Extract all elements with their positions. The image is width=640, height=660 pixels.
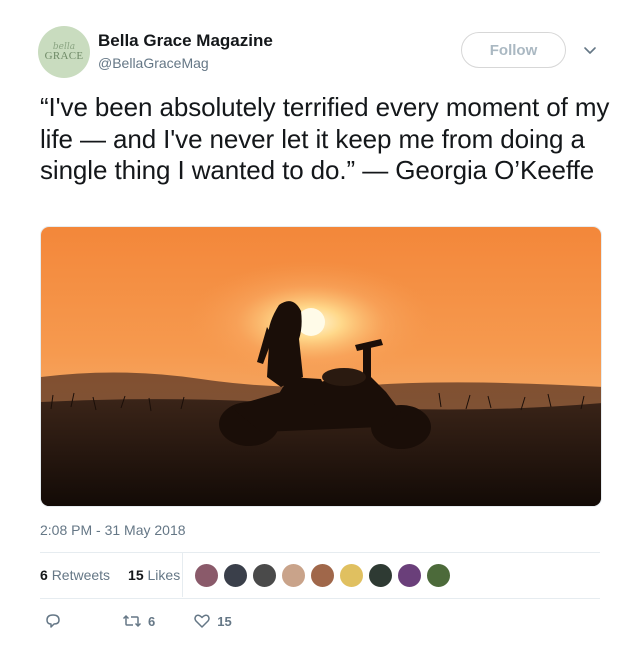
liker-avatar[interactable] — [397, 563, 422, 588]
stats-separator — [182, 553, 183, 597]
retweet-button[interactable]: 6 — [122, 612, 155, 630]
retweets-count: 6 — [40, 567, 48, 583]
reply-button[interactable] — [44, 612, 62, 630]
retweet-icon — [122, 614, 142, 628]
liker-avatar[interactable] — [194, 563, 219, 588]
tweet-photo[interactable] — [40, 226, 602, 507]
like-count: 15 — [217, 613, 232, 629]
avatar[interactable]: bella GRACE — [38, 26, 90, 78]
liker-avatars — [194, 563, 451, 588]
chevron-down-icon[interactable] — [582, 42, 598, 58]
tweet-text: “I've been absolutely terrified every mo… — [40, 92, 610, 185]
account-name[interactable]: Bella Grace Magazine — [98, 31, 273, 51]
avatar-logo-text: GRACE — [44, 49, 84, 62]
heart-icon — [194, 614, 210, 628]
tweet-timestamp[interactable]: 2:08 PM - 31 May 2018 — [40, 522, 186, 538]
liker-avatar[interactable] — [223, 563, 248, 588]
liker-avatar[interactable] — [426, 563, 451, 588]
like-button[interactable]: 15 — [193, 612, 232, 630]
liker-avatar[interactable] — [310, 563, 335, 588]
liker-avatar[interactable] — [339, 563, 364, 588]
retweets-stat[interactable]: 6 Retweets — [40, 567, 110, 583]
liker-avatar[interactable] — [252, 563, 277, 588]
divider — [40, 552, 600, 553]
liker-avatar[interactable] — [281, 563, 306, 588]
divider — [40, 598, 600, 599]
retweet-count: 6 — [148, 613, 156, 629]
liker-avatar[interactable] — [368, 563, 393, 588]
likes-label: Likes — [147, 567, 181, 583]
tweet-actions: 6 15 — [40, 612, 232, 630]
likes-count: 15 — [128, 567, 144, 583]
follow-button[interactable]: Follow — [461, 32, 566, 68]
sunset-motorcycle-photo — [41, 227, 601, 506]
account-handle[interactable]: @BellaGraceMag — [98, 55, 209, 71]
reply-icon — [46, 614, 60, 628]
retweets-label: Retweets — [51, 567, 111, 583]
engagement-stats: 6 Retweets 15 Likes — [40, 567, 180, 583]
likes-stat[interactable]: 15 Likes — [128, 567, 180, 583]
